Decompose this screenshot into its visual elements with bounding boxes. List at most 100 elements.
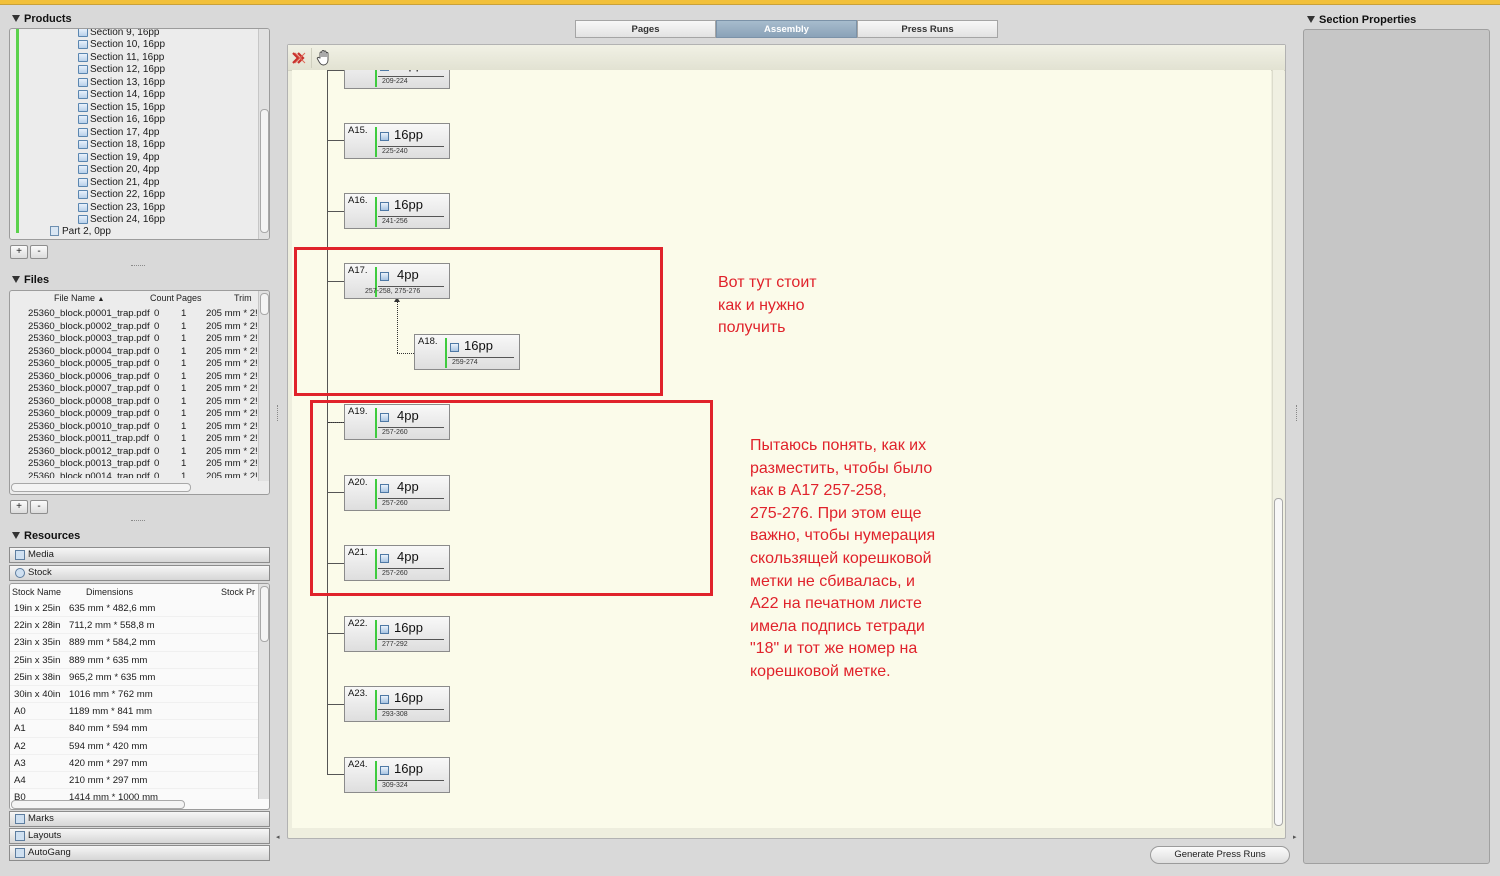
file-row[interactable]: 25360_block.p0004_trap.pdf 0 1 205 mm * 2! bbox=[10, 346, 258, 359]
stock-row[interactable]: 23in x 35in 889 mm * 584,2 mm bbox=[10, 634, 258, 652]
file-row[interactable]: 25360_block.p0001_trap.pdf 0 1 205 mm * 2! bbox=[10, 308, 258, 321]
collapse-left-icon[interactable]: ◂ bbox=[276, 833, 280, 841]
stock-h-scroll-thumb[interactable] bbox=[11, 800, 185, 809]
files-v-scrollbar[interactable] bbox=[258, 291, 269, 481]
tree-section-item[interactable]: Section 23, 16pp bbox=[78, 201, 165, 214]
stock-row[interactable]: B0 1414 mm * 1000 mm bbox=[10, 789, 258, 800]
resource-layouts-bar[interactable]: Layouts bbox=[9, 828, 270, 844]
products-panel-header[interactable]: Products bbox=[12, 13, 72, 25]
files-v-thumb[interactable] bbox=[260, 293, 269, 315]
stock-v-scrollbar[interactable] bbox=[258, 584, 269, 799]
stock-row[interactable]: 19in x 25in 635 mm * 482,6 mm bbox=[10, 600, 258, 618]
stock-row[interactable]: A4 210 mm * 297 mm bbox=[10, 772, 258, 790]
files-panel-header[interactable]: Files bbox=[12, 274, 49, 286]
node-page-count: 16pp bbox=[394, 690, 423, 705]
stock-row[interactable]: A0 1189 mm * 841 mm bbox=[10, 703, 258, 721]
assembly-node[interactable]: A14.16pp209-224 bbox=[344, 70, 450, 89]
node-green-marker bbox=[375, 70, 377, 87]
file-row[interactable]: 25360_block.p0013_trap.pdf 0 1 205 mm * 2! bbox=[10, 458, 258, 471]
col-file-name[interactable]: File Name ▲ bbox=[54, 291, 104, 305]
tree-section-item[interactable]: Section 19, 4pp bbox=[78, 151, 160, 164]
col-stock-pr[interactable]: Stock Pr bbox=[221, 585, 255, 599]
tree-part-item[interactable]: Part 2, 0pp bbox=[50, 225, 111, 238]
add-product-button[interactable]: + bbox=[10, 245, 28, 259]
stock-row[interactable]: A1 840 mm * 594 mm bbox=[10, 720, 258, 738]
file-row[interactable]: 25360_block.p0002_trap.pdf 0 1 205 mm * 2! bbox=[10, 321, 258, 334]
tree-section-item[interactable]: Section 20, 4pp bbox=[78, 164, 160, 177]
tree-section-item[interactable]: Section 14, 16pp bbox=[78, 89, 165, 102]
products-splitter[interactable] bbox=[131, 265, 145, 268]
assembly-node[interactable]: A15. 16pp 225-240 bbox=[344, 123, 450, 159]
stock-row[interactable]: 25in x 38in 965,2 mm * 635 mm bbox=[10, 669, 258, 686]
file-row[interactable]: 25360_block.p0009_trap.pdf 0 1 205 mm * 2! bbox=[10, 408, 258, 421]
collapse-right-icon[interactable]: ▸ bbox=[1293, 833, 1297, 841]
stock-row[interactable]: 22in x 28in 711,2 mm * 558,8 m bbox=[10, 617, 258, 635]
stock-row[interactable]: A2 594 mm * 420 mm bbox=[10, 738, 258, 755]
tab-press-runs[interactable]: Press Runs bbox=[857, 20, 998, 38]
col-count[interactable]: Count bbox=[150, 291, 174, 305]
remove-file-button[interactable]: - bbox=[30, 500, 48, 514]
collapse-triangle-icon bbox=[1307, 16, 1315, 23]
stock-v-thumb[interactable] bbox=[260, 586, 269, 642]
resources-panel-header[interactable]: Resources bbox=[12, 530, 80, 542]
stock-row[interactable]: A3 420 mm * 297 mm bbox=[10, 755, 258, 772]
assembly-canvas[interactable]: A14.16pp209-224 A15.16pp225-240 A16.16pp24… bbox=[292, 70, 1271, 828]
assembly-node[interactable]: A23. 16pp 293-308 bbox=[344, 686, 450, 722]
tab-assembly[interactable]: Assembly bbox=[716, 20, 857, 38]
assembly-node[interactable]: A16. 16pp 241-256 bbox=[344, 193, 450, 229]
tree-section-item[interactable]: Section 18, 16pp bbox=[78, 139, 165, 152]
assembly-node[interactable]: A22. 16pp 277-292 bbox=[344, 616, 450, 652]
stock-table[interactable]: Stock Name Dimensions Stock Pr 19in x 25… bbox=[9, 583, 270, 810]
files-splitter[interactable] bbox=[131, 520, 145, 523]
tree-section-item[interactable]: Section 13, 16pp bbox=[78, 76, 165, 89]
tab-pages[interactable]: Pages bbox=[575, 20, 716, 38]
tree-section-item[interactable]: Section 12, 16pp bbox=[78, 64, 165, 77]
stock-name-cell: 19in x 25in bbox=[14, 603, 61, 614]
products-scroll-thumb[interactable] bbox=[260, 109, 269, 233]
left-splitter[interactable] bbox=[277, 405, 280, 421]
file-row[interactable]: 25360_block.p0005_trap.pdf 0 1 205 mm * 2! bbox=[10, 358, 258, 371]
generate-press-runs-button[interactable]: Generate Press Runs bbox=[1150, 846, 1290, 864]
resource-marks-bar[interactable]: Marks bbox=[9, 811, 270, 827]
file-row[interactable]: 25360_block.p0010_trap.pdf 0 1 205 mm * 2! bbox=[10, 421, 258, 434]
col-pages[interactable]: Pages bbox=[176, 291, 202, 305]
tree-section-item[interactable]: Section 17, 4pp bbox=[78, 126, 160, 139]
stock-row[interactable]: 30in x 40in 1016 mm * 762 mm bbox=[10, 686, 258, 704]
remove-product-button[interactable]: - bbox=[30, 245, 48, 259]
tree-section-item[interactable]: Section 11, 16pp bbox=[78, 51, 164, 64]
unassemble-icon[interactable] bbox=[291, 50, 307, 66]
canvas-v-scrollbar[interactable] bbox=[1272, 70, 1284, 828]
file-row[interactable]: 25360_block.p0014_trap.pdf 0 1 205 mm * 2! bbox=[10, 471, 258, 479]
resource-media-bar[interactable]: Media bbox=[9, 547, 270, 563]
col-stock-name[interactable]: Stock Name bbox=[12, 585, 61, 599]
assembly-node[interactable]: A24. 16pp 309-324 bbox=[344, 757, 450, 793]
files-table[interactable]: File Name ▲ Count Pages Trim 25360_block… bbox=[9, 290, 270, 495]
tree-section-item[interactable]: Section 22, 16pp bbox=[78, 189, 165, 202]
hand-tool-icon[interactable] bbox=[316, 49, 332, 67]
resource-autogang-bar[interactable]: AutoGang bbox=[9, 845, 270, 861]
file-row[interactable]: 25360_block.p0012_trap.pdf 0 1 205 mm * 2! bbox=[10, 446, 258, 459]
stock-name-cell: A3 bbox=[14, 757, 26, 769]
file-row[interactable]: 25360_block.p0007_trap.pdf 0 1 205 mm * 2! bbox=[10, 383, 258, 396]
col-trim[interactable]: Trim bbox=[234, 291, 252, 305]
tree-section-item[interactable]: Section 15, 16pp bbox=[78, 101, 165, 114]
add-file-button[interactable]: + bbox=[10, 500, 28, 514]
tree-section-item[interactable]: Section 10, 16pp bbox=[78, 39, 165, 52]
products-tree[interactable]: Section 9, 16pp Section 10, 16pp Section 1… bbox=[9, 28, 270, 240]
tree-section-item[interactable]: Section 16, 16pp bbox=[78, 114, 165, 127]
right-splitter[interactable] bbox=[1296, 405, 1299, 421]
products-scrollbar[interactable] bbox=[258, 29, 269, 239]
files-h-scroll-thumb[interactable] bbox=[11, 483, 191, 492]
section-properties-header[interactable]: Section Properties bbox=[1307, 14, 1416, 26]
tree-section-item[interactable]: Section 9, 16pp bbox=[78, 29, 160, 39]
resource-stock-bar[interactable]: Stock bbox=[9, 565, 270, 581]
file-row[interactable]: 25360_block.p0011_trap.pdf 0 1 205 mm * 2! bbox=[10, 433, 258, 446]
file-row[interactable]: 25360_block.p0008_trap.pdf 0 1 205 mm * 2! bbox=[10, 396, 258, 409]
file-row[interactable]: 25360_block.p0006_trap.pdf 0 1 205 mm * 2! bbox=[10, 371, 258, 384]
file-count-cell: 0 bbox=[154, 345, 160, 357]
canvas-v-thumb[interactable] bbox=[1274, 498, 1283, 826]
col-dimensions[interactable]: Dimensions bbox=[86, 585, 133, 599]
stock-row[interactable]: 25in x 35in 889 mm * 635 mm bbox=[10, 652, 258, 669]
tree-section-item[interactable]: Section 21, 4pp bbox=[78, 176, 160, 189]
file-row[interactable]: 25360_block.p0003_trap.pdf 0 1 205 mm * 2! bbox=[10, 333, 258, 346]
